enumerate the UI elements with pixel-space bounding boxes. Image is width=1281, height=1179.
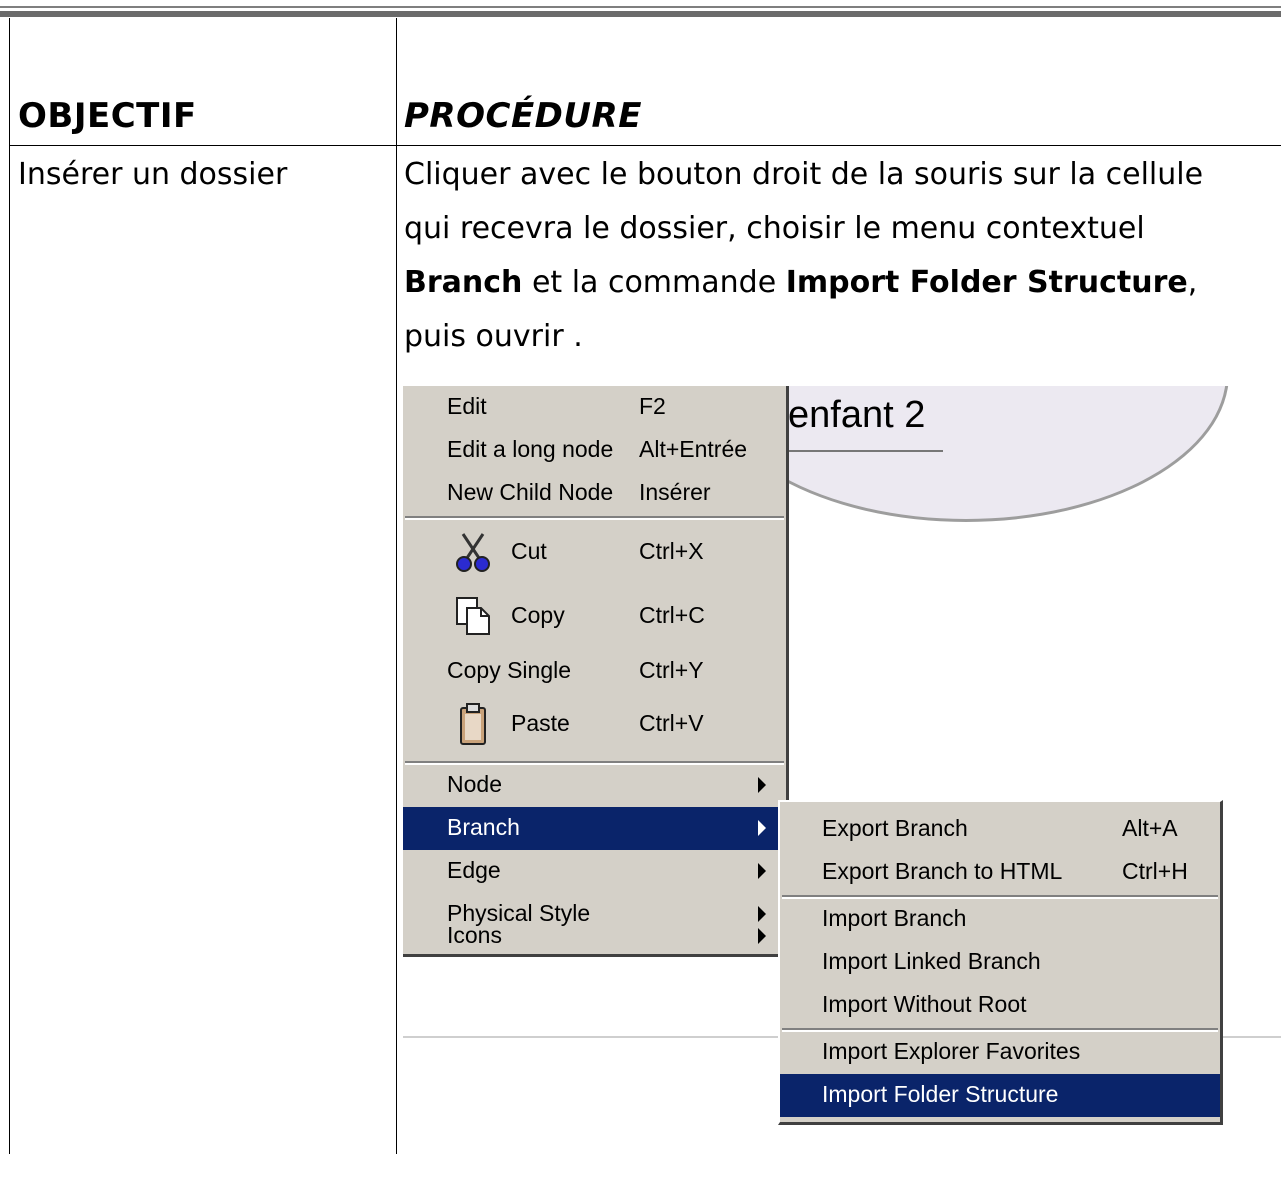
table-left-border [9,18,10,1154]
submenu-import-linked-branch[interactable]: Import Linked Branch [780,941,1220,984]
menu-item-new-child-node[interactable]: New Child Node Insérer [403,472,786,515]
node-label: enfant 2 [788,394,926,436]
menu-item-paste[interactable]: Paste Ctrl+V [403,692,786,756]
procedure-line-1: Cliquer avec le bouton droit de la souri… [404,157,1204,192]
table-column-divider [396,18,397,1154]
menu-item-icons[interactable]: Icons [403,922,786,954]
submenu-arrow-icon [758,906,766,922]
header-procedure: PROCÉDURE [404,96,642,136]
submenu-export-branch[interactable]: Export Branch Alt+A [780,808,1220,851]
table-header-underline [9,145,1281,146]
procedure-text: Cliquer avec le bouton droit de la souri… [404,148,1274,364]
branch-submenu: Export Branch Alt+A Export Branch to HTML… [778,800,1223,1125]
menu-item-copy-single[interactable]: Copy Single Ctrl+Y [403,650,786,693]
procedure-line-2: qui recevra le dossier, choisir le menu … [404,211,1145,246]
top-double-rule [0,0,1281,18]
submenu-import-folder-structure[interactable]: Import Folder Structure [780,1074,1220,1117]
menu-item-branch[interactable]: Branch [403,807,786,850]
procedure-line-3: Branch et la commande Import Folder Stru… [404,265,1198,300]
context-menu: Edit F2 Edit a long node Alt+Entrée New Ch… [403,386,789,957]
submenu-arrow-icon [758,777,766,793]
context-menu-screenshot: enfant 2 Edit F2 Edit a long node Alt+Entr… [403,386,1281,1126]
submenu-import-explorer-favorites[interactable]: Import Explorer Favorites [780,1031,1220,1074]
procedure-line-4: puis ouvrir . [404,319,583,354]
submenu-import-branch[interactable]: Import Branch [780,898,1220,941]
scissors-icon [456,533,490,572]
menu-item-edit[interactable]: Edit F2 [403,386,786,429]
submenu-arrow-icon [758,863,766,879]
menu-item-edge[interactable]: Edge [403,850,786,893]
menu-item-node[interactable]: Node [403,764,786,807]
copy-icon [456,597,490,635]
submenu-export-branch-html[interactable]: Export Branch to HTML Ctrl+H [780,851,1220,894]
objectif-cell: Insérer un dossier [18,157,288,192]
header-objectif: OBJECTIF [18,96,197,136]
menu-name-branch: Branch [404,265,523,300]
node-underline [783,450,943,452]
menu-item-edit-long-node[interactable]: Edit a long node Alt+Entrée [403,429,786,472]
menu-item-copy[interactable]: Copy Ctrl+C [403,584,786,648]
submenu-import-without-root[interactable]: Import Without Root [780,984,1220,1027]
menu-item-cut[interactable]: Cut Ctrl+X [403,520,786,584]
command-name: Import Folder Structure [785,265,1188,300]
clipboard-icon [460,703,486,745]
submenu-arrow-icon [758,928,766,944]
submenu-arrow-icon [758,820,766,836]
